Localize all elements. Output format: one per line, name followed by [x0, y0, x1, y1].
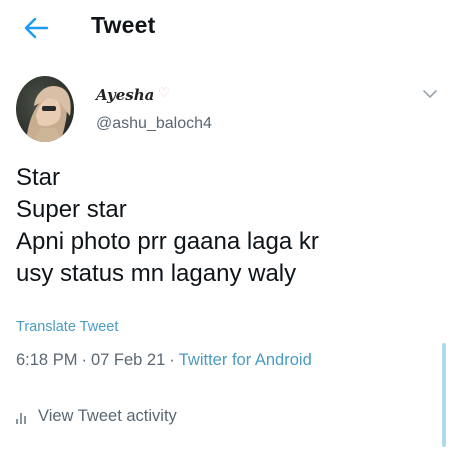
- username[interactable]: @ashu_baloch4: [96, 115, 212, 133]
- tweet-line: Super star: [16, 196, 127, 223]
- tweet-menu-button[interactable]: [418, 84, 442, 104]
- chevron-down-icon: [423, 89, 437, 98]
- heart-icon: ♡: [158, 85, 170, 100]
- meta-separator: ·: [81, 351, 87, 369]
- view-tweet-activity-button[interactable]: View Tweet activity: [16, 407, 177, 426]
- display-name[interactable]: Ayesha: [96, 86, 154, 104]
- tweet-line: Apni photo prr gaana laga kr: [16, 228, 319, 255]
- avatar-photo: [16, 76, 74, 142]
- tweet-meta: 6:18 PM · 07 Feb 21 · Twitter for Android: [16, 351, 312, 370]
- scrollbar[interactable]: [442, 343, 446, 447]
- tweet-text: Star Super star Apni photo prr gaana lag…: [16, 162, 436, 290]
- page-title: Tweet: [91, 12, 156, 38]
- tweet-time: 6:18 PM: [16, 351, 78, 369]
- translate-tweet-link[interactable]: Translate Tweet: [16, 319, 118, 335]
- avatar[interactable]: [16, 76, 74, 142]
- tweet-source-link[interactable]: Twitter for Android: [179, 351, 312, 369]
- tweet-detail-screen: Tweet Ayesha ♡ @ashu_baloch4 Star Super …: [0, 0, 450, 452]
- tweet-date: 07 Feb 21: [90, 351, 166, 369]
- activity-label: View Tweet activity: [38, 407, 177, 425]
- top-bar: Tweet: [0, 0, 450, 56]
- bar-chart-icon: [16, 410, 30, 424]
- tweet-line: Star: [16, 164, 61, 191]
- arrow-left-icon: [24, 17, 49, 39]
- divider: [16, 388, 436, 389]
- tweet-line: usy status mn lagany waly: [16, 260, 297, 287]
- back-button[interactable]: [20, 14, 52, 42]
- meta-separator: ·: [169, 351, 175, 369]
